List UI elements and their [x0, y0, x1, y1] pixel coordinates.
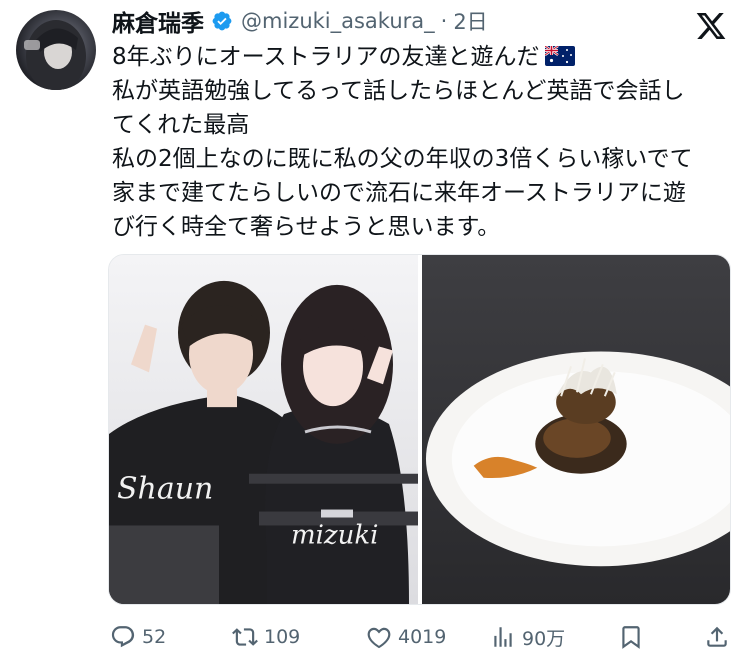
australia-flag-icon: [545, 46, 576, 66]
bookmark-button[interactable]: [618, 620, 644, 654]
display-name[interactable]: 麻倉瑞季: [112, 4, 204, 38]
tweet-actions: 52 109 4019 90万: [108, 620, 738, 654]
tweet-header: 麻倉瑞季 @mizuki_asakura_ · 2日: [112, 4, 488, 38]
tweet-line: 私が英語勉強してるって話したらほとんど英語で会話し: [112, 78, 685, 104]
retweet-icon: [232, 628, 258, 646]
photo-two-people[interactable]: Shaun mizuki: [109, 255, 418, 604]
reply-count: 52: [142, 626, 167, 648]
retweet-count: 109: [264, 626, 301, 648]
tweet-card: 麻倉瑞季 @mizuki_asakura_ · 2日 8年ぶりにオーストラリアの…: [0, 0, 749, 654]
profile-avatar[interactable]: [16, 10, 96, 90]
shirt-text-right: mizuki: [291, 520, 378, 550]
timestamp[interactable]: 2日: [453, 6, 487, 36]
bookmark-icon: [622, 626, 640, 649]
user-handle[interactable]: @mizuki_asakura_: [241, 9, 435, 33]
tweet-line: てくれた最高: [112, 112, 250, 138]
tweet-media: Shaun mizuki: [108, 254, 731, 605]
reply-icon: [111, 626, 135, 648]
views-button[interactable]: 90万: [490, 620, 565, 654]
photo-food-plate[interactable]: [422, 255, 730, 604]
tweet-line: び行く時全て奢らせようと思います。: [112, 214, 501, 240]
tweet-line: 家まで建てたらしいので流石に来年オーストラリアに遊: [112, 180, 686, 206]
tweet-text: 8年ぶりにオーストラリアの友達と遊んだ 私が英語勉強してるって話したらほとんど英…: [112, 40, 742, 244]
x-logo-icon[interactable]: [693, 10, 729, 42]
share-button[interactable]: [704, 620, 730, 654]
like-button[interactable]: 4019: [366, 620, 446, 654]
retweet-button[interactable]: 109: [232, 620, 300, 654]
like-count: 4019: [398, 626, 447, 648]
reply-button[interactable]: 52: [110, 620, 166, 654]
separator-dot: ·: [440, 9, 448, 33]
share-icon: [707, 626, 727, 647]
tweet-line: 8年ぶりにオーストラリアの友達と遊んだ: [112, 40, 742, 74]
shirt-text-left: Shaun: [117, 472, 213, 507]
verified-badge-icon: [212, 11, 232, 31]
views-count: 90万: [522, 627, 566, 650]
tweet-line: 私の2個上なのに既に私の父の年収の3倍くらい稼いでて: [112, 146, 693, 172]
heart-icon: [367, 627, 391, 649]
views-icon: [494, 627, 512, 647]
